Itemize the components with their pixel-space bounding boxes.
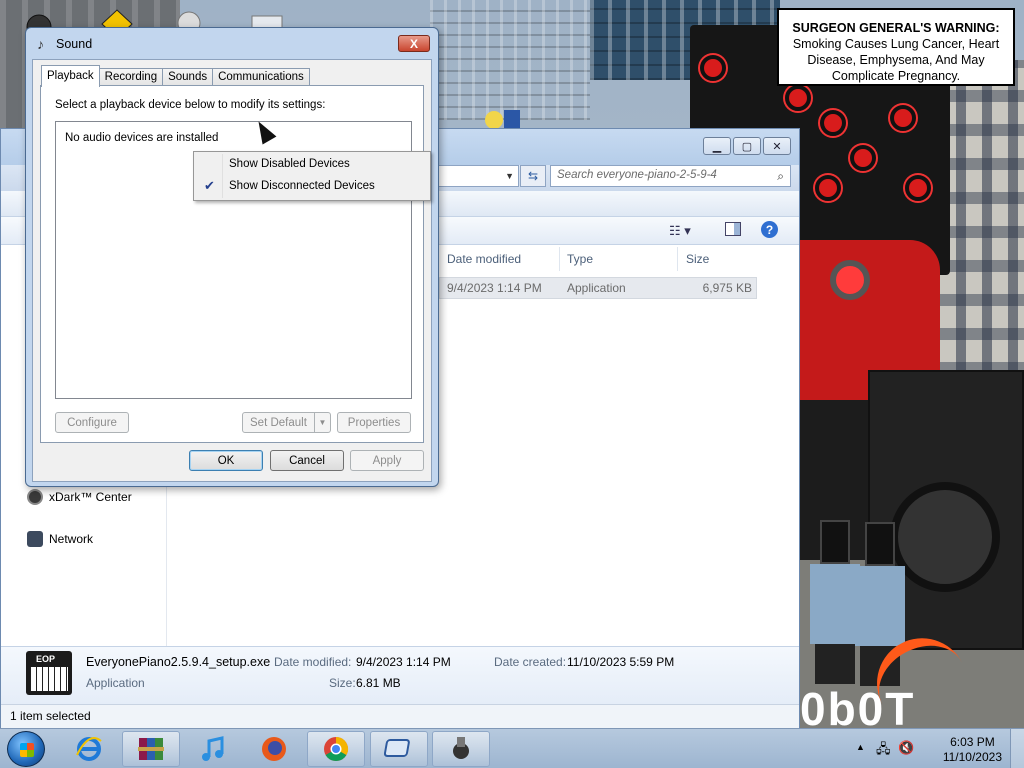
cancel-button[interactable]: Cancel (270, 450, 344, 471)
clock-time: 6:03 PM (950, 735, 995, 749)
refresh-button[interactable]: ⇆ (520, 165, 546, 187)
details-created-label: Date created: (494, 655, 567, 669)
audio-tool-icon[interactable] (432, 731, 490, 767)
eop-icon-text: EOP (36, 654, 56, 664)
set-default-button[interactable]: Set Default ▼ (242, 412, 331, 433)
column-size[interactable]: Size (686, 252, 709, 266)
network-icon (27, 531, 43, 547)
sound-dialog: ♪ Sound X Playback Recording Sounds Comm… (25, 27, 439, 487)
checkmark-icon: ✔ (204, 178, 215, 193)
speaker-icon: ♪ (37, 36, 44, 52)
apply-button[interactable]: Apply (350, 450, 424, 471)
details-size-value: 6.81 MB (356, 676, 401, 690)
search-input[interactable]: Search everyone-piano-2-5-9-4 ⌕ (550, 165, 791, 187)
search-icon[interactable]: ⌕ (777, 169, 784, 184)
virtualbox-icon[interactable] (370, 731, 428, 767)
surgeon-general-warning: SURGEON GENERAL'S WARNING: Smoking Cause… (777, 8, 1015, 86)
change-view-icon[interactable]: ☷ ▾ (669, 223, 691, 239)
minimize-button[interactable]: ▁ (703, 137, 731, 155)
no-devices-message: No audio devices are installed (65, 132, 219, 144)
details-created-value: 11/10/2023 5:59 PM (567, 655, 675, 669)
clock[interactable]: 6:03 PM 11/10/2023 (943, 735, 1002, 765)
everyone-piano-icon: EOP (26, 651, 72, 695)
refresh-icon: ⇆ (527, 169, 539, 183)
close-button[interactable]: X (398, 35, 430, 52)
column-date-modified[interactable]: Date modified (447, 252, 521, 266)
details-size-label: Size: (329, 676, 356, 690)
winrar-icon[interactable] (122, 731, 180, 767)
nav-item-label: Network (49, 532, 94, 546)
sound-title: Sound (56, 37, 93, 51)
preview-pane-icon[interactable] (725, 222, 741, 236)
file-type: Application (567, 281, 626, 295)
ok-button[interactable]: OK (189, 450, 263, 471)
network-tray-icon[interactable]: 🖧 (876, 740, 891, 762)
menu-item-show-disconnected[interactable]: ✔ Show Disconnected Devices (196, 176, 428, 198)
file-row[interactable]: 9/4/2023 1:14 PM Application 6,975 KB (439, 277, 757, 299)
taskbar: ▲ 🖧 🔇 6:03 PM 11/10/2023 (0, 728, 1024, 768)
clock-date: 11/10/2023 (942, 750, 1002, 764)
column-type[interactable]: Type (567, 252, 593, 266)
warning-body: Smoking Causes Lung Cancer, Heart Diseas… (792, 37, 1000, 83)
details-modified-value: 9/4/2023 1:14 PM (356, 655, 451, 669)
sound-body: Playback Recording Sounds Communications… (32, 59, 432, 482)
chrome-icon[interactable] (307, 731, 365, 767)
menu-item-show-disabled[interactable]: Show Disabled Devices (196, 154, 428, 176)
details-filename: EveryonePiano2.5.9.4_setup.exe (86, 655, 271, 669)
properties-button[interactable]: Properties (337, 412, 411, 433)
maximize-button[interactable]: ▢ (733, 137, 761, 155)
menu-item-label: Show Disconnected Devices (229, 180, 375, 192)
start-button[interactable] (7, 731, 45, 767)
menu-item-label: Show Disabled Devices (229, 158, 350, 170)
set-default-label: Set Default (250, 416, 307, 429)
details-filetype: Application (86, 676, 145, 690)
playback-panel: Select a playback device below to modify… (40, 85, 424, 443)
nav-item-xdark-center[interactable]: xDark™ Center (27, 489, 132, 505)
nav-item-network[interactable]: Network (27, 531, 93, 547)
device-context-menu: Show Disabled Devices ✔ Show Disconnecte… (193, 151, 431, 201)
volume-muted-icon[interactable]: 🔇 (898, 740, 914, 756)
xdark-icon (27, 489, 43, 505)
configure-button[interactable]: Configure (55, 412, 129, 433)
internet-explorer-icon[interactable] (60, 731, 118, 767)
system-tray: ▲ 🖧 🔇 6:03 PM 11/10/2023 (854, 729, 1024, 768)
search-placeholder: Search everyone-piano-2-5-9-4 (557, 169, 717, 181)
column-headers: Date modified Type Size (439, 245, 761, 273)
show-desktop-button[interactable] (1010, 729, 1024, 768)
details-pane: EOP EveryonePiano2.5.9.4_setup.exe Appli… (1, 646, 799, 704)
wallpaper-building (430, 0, 590, 120)
small-figure (810, 520, 860, 684)
sound-titlebar[interactable]: ♪ Sound X (26, 28, 438, 60)
tab-playback[interactable]: Playback (41, 65, 100, 87)
help-icon[interactable]: ? (761, 221, 778, 238)
status-bar: 1 item selected (1, 704, 799, 728)
firefox-icon[interactable] (245, 731, 303, 767)
itunes-icon[interactable] (184, 731, 242, 767)
tab-strip: Playback Recording Sounds Communications (41, 65, 310, 87)
file-date: 9/4/2023 1:14 PM (447, 281, 542, 295)
details-modified-label: Date modified: (274, 655, 352, 669)
chevron-down-icon[interactable]: ▼ (314, 413, 330, 432)
show-hidden-icons-icon[interactable]: ▲ (856, 742, 865, 752)
close-button[interactable]: ✕ (763, 137, 791, 155)
file-size: 6,975 KB (702, 281, 752, 295)
nav-item-label: xDark™ Center (49, 490, 132, 504)
warning-title: SURGEON GENERAL'S WARNING: (792, 21, 1000, 35)
status-text: 1 item selected (10, 709, 91, 723)
chevron-down-icon[interactable]: ▼ (505, 171, 514, 181)
playback-instruction: Select a playback device below to modify… (55, 99, 326, 111)
